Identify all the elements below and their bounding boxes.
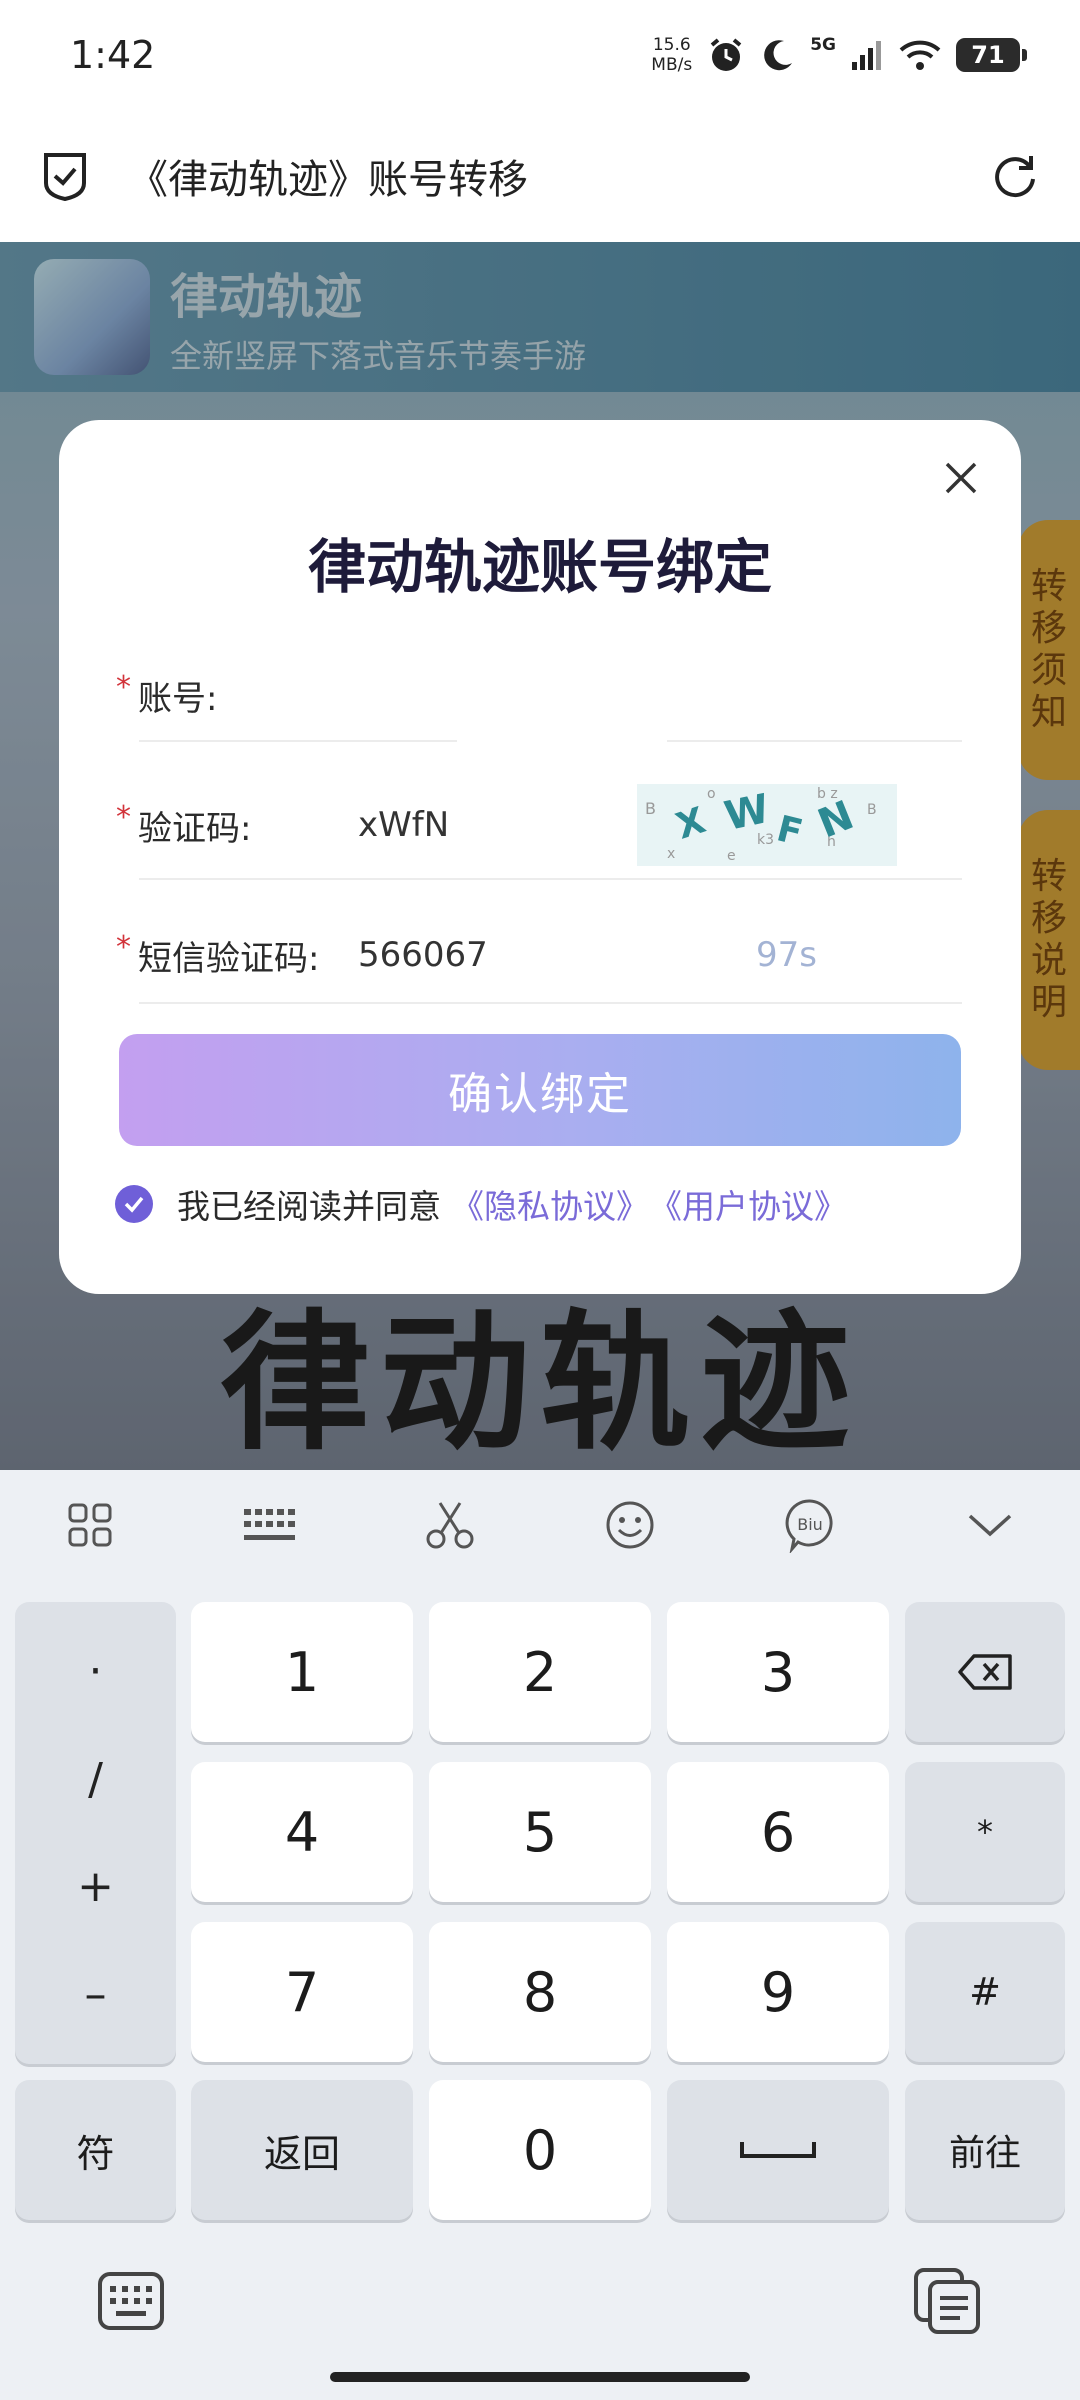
account-label: 账号: xyxy=(138,678,218,719)
key-back[interactable]: 返回 xyxy=(191,2080,413,2220)
check-icon xyxy=(124,1196,144,1213)
svg-text:W: W xyxy=(721,786,774,840)
captcha-row: * 验证码: xWfN B o b z k3 h x e B X W F N xyxy=(116,784,917,866)
captcha-underline xyxy=(139,878,962,880)
svg-text:B: B xyxy=(645,799,656,818)
captcha-label: 验证码: xyxy=(138,808,252,849)
key-star[interactable]: * xyxy=(905,1762,1065,1902)
required-mark: * xyxy=(116,799,131,835)
keyboard-clip-button[interactable] xyxy=(360,1470,540,1580)
space-icon xyxy=(740,2142,816,2158)
agreement-text: 我已经阅读并同意 xyxy=(177,1187,441,1226)
account-underline-right xyxy=(667,740,962,742)
key-backspace[interactable] xyxy=(905,1602,1065,1742)
key-space[interactable] xyxy=(667,2080,889,2220)
page-title: 《律动轨迹》账号转移 xyxy=(128,157,528,203)
key-plus[interactable]: + xyxy=(77,1861,114,1912)
svg-text:B: B xyxy=(867,802,877,818)
captcha-image[interactable]: B o b z k3 h x e B X W F N xyxy=(637,784,897,866)
key-slash[interactable]: / xyxy=(88,1754,103,1805)
switch-keyboard-icon[interactable] xyxy=(96,2270,166,2332)
status-time: 1:42 xyxy=(70,33,156,77)
captcha-input[interactable]: xWfN xyxy=(358,805,449,845)
key-hash[interactable]: # xyxy=(905,1922,1065,2062)
key-8[interactable]: 8 xyxy=(429,1922,651,2062)
keyboard-emoji-button[interactable] xyxy=(540,1470,720,1580)
battery-indicator: 71 xyxy=(956,38,1027,72)
key-4[interactable]: 4 xyxy=(191,1762,413,1902)
keyboard-biu-button[interactable]: Biu xyxy=(720,1470,900,1580)
wifi-icon xyxy=(899,40,941,70)
dialog-title: 律动轨迹账号绑定 xyxy=(307,533,772,601)
key-go[interactable]: 前往 xyxy=(905,2080,1065,2220)
biu-icon: Biu xyxy=(785,1499,833,1553)
grid-icon xyxy=(68,1503,112,1547)
title-bar: 《律动轨迹》账号转移 xyxy=(0,110,1080,242)
emoji-icon xyxy=(606,1501,654,1549)
key-7[interactable]: 7 xyxy=(191,1922,413,2062)
key-dot[interactable]: · xyxy=(89,1646,103,1697)
key-1[interactable]: 1 xyxy=(191,1602,413,1742)
symbol-column: · / + – xyxy=(15,1602,176,2064)
account-row: * 账号: xyxy=(116,660,917,730)
scissors-icon xyxy=(426,1502,474,1549)
net-speed-unit: MB/s xyxy=(651,55,693,75)
refresh-icon[interactable] xyxy=(990,151,1040,201)
agreement-checkbox[interactable] xyxy=(115,1185,153,1223)
key-3[interactable]: 3 xyxy=(667,1602,889,1742)
chevron-down-icon xyxy=(968,1514,1012,1537)
privacy-policy-link[interactable]: 《隐私协议》 xyxy=(451,1180,649,1228)
number-keyboard: Biu · / + – 1 2 3 4 5 6 * 7 8 9 # 符 返回 0… xyxy=(0,1470,1080,2400)
key-0[interactable]: 0 xyxy=(429,2080,651,2220)
account-input[interactable] xyxy=(358,670,658,720)
sms-row: * 短信验证码: 566067 97s xyxy=(116,920,917,990)
svg-text:Biu: Biu xyxy=(797,1515,823,1534)
sms-countdown: 97s xyxy=(756,935,817,975)
user-agreement-link[interactable]: 《用户协议》 xyxy=(649,1180,847,1228)
screen: 1:42 15.6 MB/s 5G 71 《律动轨迹》账号转移 律动轨迹 全新竖… xyxy=(0,0,1080,2400)
close-button[interactable] xyxy=(931,448,991,508)
keyboard-toolbar: Biu xyxy=(0,1470,1080,1580)
required-mark: * xyxy=(116,929,131,965)
account-underline-left xyxy=(139,740,457,742)
clipboard-icon[interactable] xyxy=(912,2266,984,2336)
key-5[interactable]: 5 xyxy=(429,1762,651,1902)
svg-text:o: o xyxy=(707,786,716,802)
moon-icon xyxy=(764,40,793,71)
key-6[interactable]: 6 xyxy=(667,1762,889,1902)
captcha-graphic: B o b z k3 h x e B X W F N xyxy=(637,784,897,866)
keyboard-hide-button[interactable] xyxy=(900,1470,1080,1580)
agreement-row: 我已经阅读并同意 《隐私协议》 《用户协议》 xyxy=(115,1180,847,1228)
status-icons: 15.6 MB/s 5G 71 xyxy=(651,35,1027,75)
sms-input[interactable]: 566067 xyxy=(358,935,488,975)
net-speed: 15.6 MB/s xyxy=(651,35,692,75)
close-icon xyxy=(945,462,977,494)
svg-text:k3: k3 xyxy=(757,832,774,848)
alarm-icon xyxy=(710,38,742,71)
key-symbols[interactable]: 符 xyxy=(15,2080,176,2220)
sms-label: 短信验证码: xyxy=(138,938,320,979)
home-indicator[interactable] xyxy=(330,2372,750,2382)
signal-icon xyxy=(852,41,881,70)
svg-text:x: x xyxy=(667,846,675,862)
shield-check-icon[interactable] xyxy=(40,149,90,203)
keyboard-icon xyxy=(244,1509,295,1540)
network-label: 5G xyxy=(810,35,836,55)
key-9[interactable]: 9 xyxy=(667,1922,889,2062)
status-bar: 1:42 15.6 MB/s 5G 71 xyxy=(0,0,1080,110)
confirm-binding-button[interactable]: 确认绑定 xyxy=(119,1034,961,1146)
required-mark: * xyxy=(116,669,131,705)
net-speed-value: 15.6 xyxy=(652,35,691,55)
key-2[interactable]: 2 xyxy=(429,1602,651,1742)
key-minus[interactable]: – xyxy=(85,1969,107,2020)
binding-dialog: 律动轨迹账号绑定 * 账号: * 验证码: xWfN B o b z k3 h xyxy=(59,420,1021,1294)
keyboard-apps-button[interactable] xyxy=(0,1470,180,1580)
sms-underline xyxy=(139,1002,962,1004)
backspace-icon xyxy=(958,1654,1012,1690)
svg-text:e: e xyxy=(727,848,736,864)
keyboard-layout-button[interactable] xyxy=(180,1470,360,1580)
